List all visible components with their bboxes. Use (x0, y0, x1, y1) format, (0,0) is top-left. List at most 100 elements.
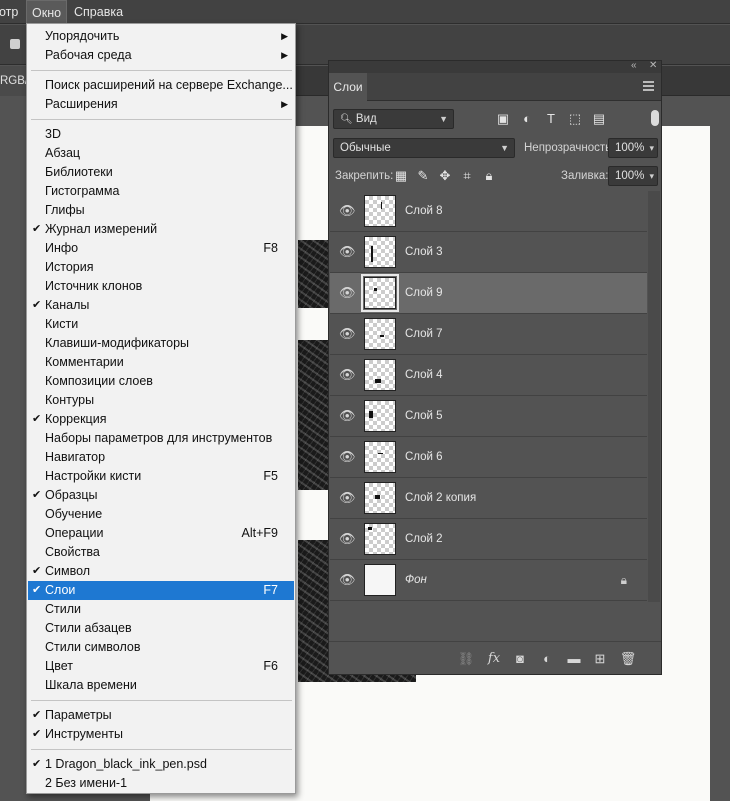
menu-item[interactable]: Кисти (28, 315, 294, 334)
link-layers-icon[interactable]: ⛓︎ (457, 651, 475, 667)
eye-icon[interactable]: 👁︎ (339, 367, 356, 383)
menu-item-label: Инфо (45, 241, 79, 255)
new-group-icon[interactable]: ▬ (565, 651, 583, 666)
menu-view[interactable]: отр (0, 0, 23, 24)
filter-toggle[interactable] (651, 110, 659, 126)
layer-row[interactable]: 👁︎ Слой 2 (330, 519, 647, 560)
eye-icon[interactable]: 👁︎ (339, 490, 356, 506)
menu-window[interactable]: Окно (26, 0, 68, 24)
eye-icon[interactable]: 👁︎ (339, 572, 356, 588)
close-icon[interactable]: ✕ (649, 60, 657, 71)
menu-item[interactable]: Инфо F8 (28, 239, 294, 258)
menu-item[interactable]: Комментарии (28, 353, 294, 372)
layer-thumbnail (364, 318, 396, 350)
eye-icon[interactable]: 👁︎ (339, 449, 356, 465)
menu-item[interactable]: Шкала времени (28, 676, 294, 695)
layer-row[interactable]: 👁︎ Слой 2 копия (330, 478, 647, 519)
menu-item[interactable]: Наборы параметров для инструментов (28, 429, 294, 448)
menu-item-label: Журнал измерений (45, 222, 158, 236)
menu-item[interactable]: Обучение (28, 505, 294, 524)
chevron-down-icon: ▼ (500, 143, 509, 153)
menu-item[interactable]: ✔ Образцы (28, 486, 294, 505)
menu-item[interactable]: Упорядочить ▶ (28, 27, 294, 46)
menu-item[interactable]: Свойства (28, 543, 294, 562)
menu-item[interactable]: Стили символов (28, 638, 294, 657)
lock-all-icon[interactable]: 🔒︎ (481, 167, 497, 185)
menu-help[interactable]: Справка (69, 0, 128, 24)
layer-row-selected[interactable]: 👁︎ Слой 9 (330, 273, 647, 314)
layer-row[interactable]: 👁︎ Слой 7 (330, 314, 647, 355)
pixel-filter-icon[interactable]: ▣ (495, 110, 511, 128)
lock-position-icon[interactable]: ✥ (437, 167, 453, 185)
menu-item[interactable]: Настройки кисти F5 (28, 467, 294, 486)
eye-icon[interactable]: 👁︎ (339, 285, 356, 301)
shape-filter-icon[interactable]: ⬚ (567, 110, 583, 128)
menu-item[interactable]: Рабочая среда ▶ (28, 46, 294, 65)
menu-item[interactable]: 3D (28, 125, 294, 144)
layer-thumbnail (361, 274, 399, 312)
menu-item[interactable]: 2 Без имени-1 (28, 774, 294, 793)
layer-row-background[interactable]: 👁︎ Фон 🔒︎ (330, 560, 647, 601)
menu-item[interactable]: Клавиши-модификаторы (28, 334, 294, 353)
menu-item[interactable]: Глифы (28, 201, 294, 220)
menu-item-label: Кисти (45, 317, 79, 331)
lock-pixels-icon[interactable]: ✎ (415, 167, 431, 185)
menu-item[interactable]: Абзац (28, 144, 294, 163)
menu-item[interactable]: Стили (28, 600, 294, 619)
layer-row[interactable]: 👁︎ Слой 3 (330, 232, 647, 273)
eye-icon[interactable]: 👁︎ (339, 203, 356, 219)
lock-label: Закрепить: (335, 170, 394, 182)
eye-icon[interactable]: 👁︎ (339, 326, 356, 342)
menu-item-label: Коррекция (45, 412, 107, 426)
adjustment-filter-icon[interactable]: ◐ (519, 110, 535, 128)
filter-kind-select[interactable]: 🔍︎ Вид ▼ (333, 109, 454, 129)
menu-item[interactable]: Поиск расширений на сервере Exchange... (28, 76, 294, 95)
menu-item[interactable]: ✔ Коррекция (28, 410, 294, 429)
menu-item[interactable]: ✔ Каналы (28, 296, 294, 315)
eye-icon[interactable]: 👁︎ (339, 531, 356, 547)
delete-layer-icon[interactable]: 🗑︎ (619, 651, 637, 667)
menu-item[interactable]: ✔ 1 Dragon_black_ink_pen.psd (28, 755, 294, 774)
layer-row[interactable]: 👁︎ Слой 5 (330, 396, 647, 437)
menu-item[interactable]: ✔ Параметры (28, 706, 294, 725)
menu-item[interactable]: Композиции слоев (28, 372, 294, 391)
menu-item[interactable]: ✔ Символ (28, 562, 294, 581)
adjustment-layer-icon[interactable]: ◐ (538, 651, 556, 666)
panel-menu-icon[interactable] (643, 81, 654, 91)
menu-item[interactable]: ✔ Инструменты (28, 725, 294, 744)
fill-input[interactable]: 100% ▾ (608, 166, 658, 186)
menu-item-label: Источник клонов (45, 279, 143, 293)
menu-item[interactable]: Расширения ▶ (28, 95, 294, 114)
menu-item[interactable]: ✔ Слои F7 (28, 581, 294, 600)
fx-icon[interactable]: fx (485, 651, 503, 666)
menu-item[interactable]: Гистограмма (28, 182, 294, 201)
menu-item[interactable]: Источник клонов (28, 277, 294, 296)
menu-item[interactable]: Библиотеки (28, 163, 294, 182)
collapse-icon[interactable]: « (631, 60, 637, 71)
layers-scrollbar[interactable] (648, 191, 660, 602)
eye-icon[interactable]: 👁︎ (339, 244, 356, 260)
checkmark-icon: ✔ (32, 299, 42, 311)
layer-row[interactable]: 👁︎ Слой 6 (330, 437, 647, 478)
eye-icon[interactable]: 👁︎ (339, 408, 356, 424)
menu-item[interactable]: История (28, 258, 294, 277)
menu-item[interactable]: Цвет F6 (28, 657, 294, 676)
options-checkbox[interactable] (10, 39, 20, 49)
menu-item[interactable]: Контуры (28, 391, 294, 410)
smart-object-filter-icon[interactable]: ▤ (591, 110, 607, 128)
lock-transparent-icon[interactable]: ▦ (393, 167, 409, 185)
blend-mode-select[interactable]: Обычные ▼ (333, 138, 515, 158)
menu-item[interactable]: ✔ Журнал измерений (28, 220, 294, 239)
type-filter-icon[interactable]: T (543, 110, 559, 128)
menu-item[interactable]: Операции Alt+F9 (28, 524, 294, 543)
layer-row[interactable]: 👁︎ Слой 8 (330, 191, 647, 232)
menu-item-label: Слои (45, 583, 76, 597)
menu-item[interactable]: Стили абзацев (28, 619, 294, 638)
layer-row[interactable]: 👁︎ Слой 4 (330, 355, 647, 396)
menu-item[interactable]: Навигатор (28, 448, 294, 467)
tab-layers[interactable]: Слои (329, 73, 367, 101)
lock-artboard-icon[interactable]: ⌗ (459, 167, 475, 185)
add-mask-icon[interactable]: ◙ (511, 651, 529, 666)
opacity-input[interactable]: 100% ▾ (608, 138, 658, 158)
new-layer-icon[interactable]: ⊞ (591, 651, 609, 667)
